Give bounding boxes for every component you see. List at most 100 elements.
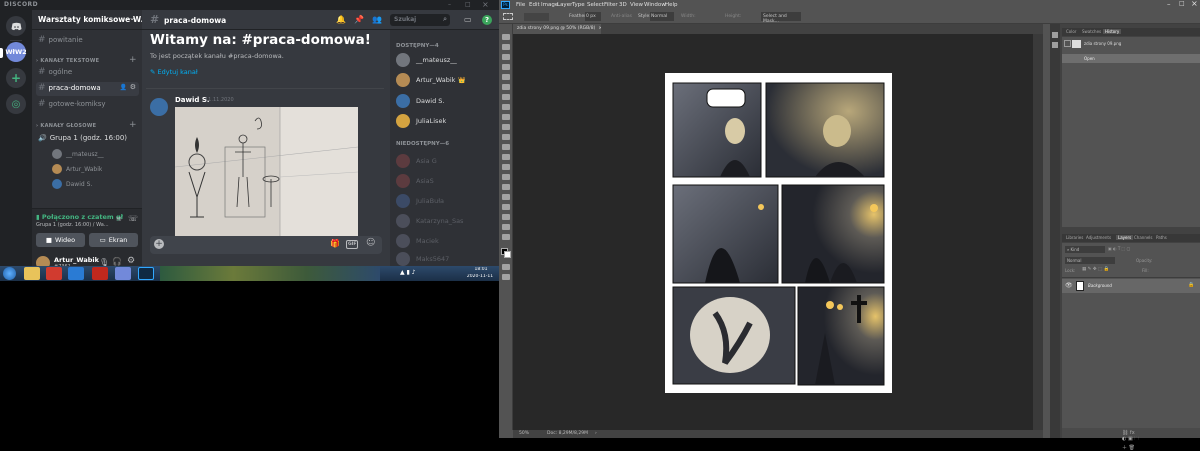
settings-gear-icon[interactable]: ⚙	[127, 256, 135, 266]
blur-tool-icon[interactable]	[502, 164, 510, 170]
screen-share-button[interactable]: ▭ Ekran	[89, 233, 138, 247]
blend-mode-select[interactable]: Normal	[1065, 257, 1115, 264]
brush-tool-icon[interactable]	[502, 114, 510, 120]
minimize-button[interactable]: –	[1167, 0, 1171, 8]
move-tool-icon[interactable]	[502, 34, 510, 40]
voice-user-artur[interactable]: Artur_Wabik	[52, 164, 102, 174]
frame-tool-icon[interactable]	[502, 84, 510, 90]
explore-servers-button[interactable]: ◎	[6, 94, 26, 114]
message-composer[interactable]: + 🎁 GIF ☺	[150, 236, 382, 254]
voice-user-mateusz[interactable]: __mateusz__	[52, 149, 104, 159]
member-item[interactable]: JuliaLisek	[396, 114, 446, 128]
opera-taskbar-icon[interactable]	[46, 267, 62, 280]
menu-filter[interactable]: Filter	[604, 2, 618, 8]
layer-actions-bar[interactable]: ⛓ fx ◐ ▣ 🗀 ＋ 🗑	[1062, 428, 1200, 451]
clock-time[interactable]: 18:01	[471, 267, 491, 272]
shape-tool-icon[interactable]	[502, 214, 510, 220]
hand-tool-icon[interactable]	[502, 224, 510, 230]
tab-layers[interactable]: Layers	[1116, 235, 1134, 240]
menu-edit[interactable]: Edit	[529, 2, 540, 8]
properties-panel-icon[interactable]	[1052, 42, 1058, 48]
discord-taskbar-icon[interactable]	[115, 267, 131, 280]
vertical-scrollbar[interactable]	[1033, 34, 1043, 430]
selection-mode-buttons[interactable]	[524, 13, 549, 21]
menu-window[interactable]: Window	[644, 2, 666, 8]
comic-page[interactable]	[665, 73, 892, 393]
healing-tool-icon[interactable]	[502, 104, 510, 110]
quick-select-tool-icon[interactable]	[502, 64, 510, 70]
select-and-mask-button[interactable]: Select and Mask...	[761, 12, 801, 24]
screen-mode-icon[interactable]	[502, 274, 510, 280]
video-button[interactable]: ■ Wideo	[36, 233, 85, 247]
type-tool-icon[interactable]	[502, 194, 510, 200]
eraser-tool-icon[interactable]	[502, 144, 510, 150]
dodge-tool-icon[interactable]	[502, 174, 510, 180]
history-snapshot[interactable]: zdia strony 09.png	[1084, 41, 1121, 46]
gear-icon[interactable]: ⚙	[130, 83, 136, 91]
member-item[interactable]: Dawid S.	[396, 94, 445, 108]
channel-powitanie[interactable]: # powitanie	[38, 35, 83, 45]
tab-channels[interactable]: Channels	[1134, 235, 1153, 240]
gift-icon[interactable]: 🎁	[330, 239, 340, 248]
layer-kind-filter[interactable]: ⌕ Kind	[1065, 246, 1105, 253]
member-item[interactable]: Katarzyna_Sas	[396, 214, 463, 228]
emoji-icon[interactable]: ☺	[366, 238, 375, 248]
zoom-level[interactable]: 50%	[519, 431, 529, 436]
marquee-tool-icon[interactable]	[502, 44, 510, 50]
menu-file[interactable]: File	[516, 2, 525, 8]
add-server-button[interactable]: +	[6, 68, 26, 88]
menu-help[interactable]: Help	[665, 2, 678, 8]
menu-view[interactable]: View	[630, 2, 643, 8]
marquee-tool-icon[interactable]	[503, 13, 513, 20]
menu-type[interactable]: Type	[572, 2, 585, 8]
pin-icon[interactable]: 📌	[354, 16, 364, 24]
menu-layer[interactable]: Layer	[557, 2, 572, 8]
history-brush-tool-icon[interactable]	[502, 134, 510, 140]
member-item[interactable]: Maciek	[396, 234, 439, 248]
home-button[interactable]	[6, 16, 26, 36]
status-arrow-icon[interactable]: ›	[595, 431, 597, 436]
background-color-swatch[interactable]	[504, 251, 511, 258]
browser-taskbar-icon[interactable]	[68, 267, 84, 280]
tray-icons[interactable]: ▲ ▮ ♪	[400, 269, 416, 276]
channel-praca-domowa[interactable]: # praca-domowa 👤 ⚙	[36, 82, 139, 96]
tab-libraries[interactable]: Libraries	[1066, 235, 1083, 240]
menu-image[interactable]: Image	[541, 2, 558, 8]
add-text-channel-icon[interactable]: +	[129, 55, 137, 65]
history-panel-icon[interactable]	[1052, 32, 1058, 38]
message-image-attachment[interactable]	[175, 107, 358, 237]
member-item[interactable]: Artur_Wabik 👑	[396, 73, 466, 87]
history-state-open[interactable]: Open	[1062, 54, 1200, 63]
upload-plus-icon[interactable]: +	[154, 239, 164, 249]
server-warsztaty[interactable]: WłW2	[5, 42, 27, 62]
disconnect-icon[interactable]: ☏	[128, 214, 138, 223]
ps-canvas-area[interactable]	[513, 34, 1043, 430]
add-voice-channel-icon[interactable]: +	[129, 120, 137, 130]
voice-channel-grupa1[interactable]: 🔊 Grupa 1 (godz. 16:00)	[38, 134, 127, 142]
member-item[interactable]: JuliaBuła	[396, 194, 444, 208]
start-button[interactable]	[3, 267, 16, 280]
guild-header[interactable]: Warsztaty komiksowe W... ⌄	[32, 10, 142, 30]
document-tab[interactable]: zdia strony 09.png @ 50% (RGB/8) ×	[513, 24, 601, 34]
channel-gotowe-komiksy[interactable]: # gotowe-komiksy	[38, 99, 106, 109]
eyedropper-tool-icon[interactable]	[502, 94, 510, 100]
menu-3d[interactable]: 3D	[619, 2, 627, 8]
acrobat-taskbar-icon[interactable]	[92, 267, 108, 280]
inbox-icon[interactable]: ▭	[464, 16, 472, 24]
noise-suppression-icon[interactable]: ≋	[116, 215, 122, 223]
bell-icon[interactable]: 🔔	[336, 16, 346, 24]
layer-name[interactable]: Background	[1088, 283, 1112, 288]
layer-filter-icons[interactable]: ▣ ◐ T ⬚ ▢	[1108, 246, 1188, 253]
style-select[interactable]: Normal	[650, 12, 674, 21]
antialias-checkbox[interactable]: Anti-alias	[611, 14, 632, 19]
zoom-tool-icon[interactable]	[502, 234, 510, 240]
tab-swatches[interactable]: Swatches	[1082, 29, 1101, 34]
avatar[interactable]	[150, 98, 168, 116]
headphones-icon[interactable]: 🎧	[112, 257, 122, 266]
quick-mask-icon[interactable]	[502, 264, 510, 270]
close-button[interactable]: ×	[482, 0, 489, 9]
explorer-taskbar-icon[interactable]	[24, 267, 40, 280]
members-icon[interactable]: 👥	[372, 16, 382, 24]
stamp-tool-icon[interactable]	[502, 124, 510, 130]
member-item[interactable]: Asia G	[396, 154, 437, 168]
